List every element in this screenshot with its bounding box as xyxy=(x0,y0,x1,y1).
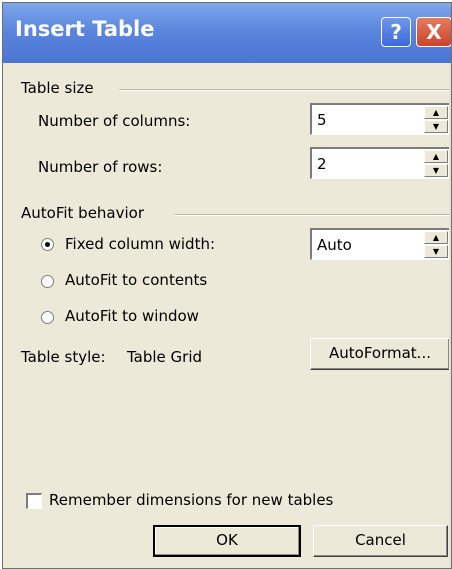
columns-down-arrow-icon[interactable]: ▼ xyxy=(424,120,448,133)
rows-label: Number of rows: xyxy=(38,158,163,176)
dialog-title: Insert Table xyxy=(15,17,155,41)
table-style-label: Table style: xyxy=(21,348,106,366)
columns-spin-arrows: ▲ ▼ xyxy=(424,106,448,133)
table-style-value: Table Grid xyxy=(127,348,203,366)
radio-autofit-contents[interactable] xyxy=(41,275,54,288)
close-button[interactable]: X xyxy=(416,17,451,47)
autoformat-button[interactable]: AutoFormat... xyxy=(310,338,450,370)
rows-spin-arrows: ▲ ▼ xyxy=(424,150,448,177)
close-icon: X xyxy=(426,20,442,44)
rows-spinner[interactable]: 2 ▲ ▼ xyxy=(310,147,450,179)
title-bar: Insert Table ? X xyxy=(3,3,451,63)
rows-down-arrow-icon[interactable]: ▼ xyxy=(424,164,448,177)
columns-spinner[interactable]: 5 ▲ ▼ xyxy=(310,103,450,135)
insert-table-dialog: Insert Table ? X Table size Number of co… xyxy=(2,2,452,569)
autofit-heading: AutoFit behavior xyxy=(21,204,145,222)
radio-autofit-window[interactable] xyxy=(41,311,54,324)
ok-button[interactable]: OK xyxy=(153,525,301,557)
autofit-window-label: AutoFit to window xyxy=(65,307,199,325)
table-size-heading: Table size xyxy=(21,79,94,97)
cancel-button[interactable]: Cancel xyxy=(313,525,448,557)
help-icon: ? xyxy=(390,20,402,44)
autofit-separator xyxy=(174,214,449,216)
columns-up-arrow-icon[interactable]: ▲ xyxy=(424,106,448,119)
remember-dimensions-label: Remember dimensions for new tables xyxy=(49,491,334,509)
help-button[interactable]: ? xyxy=(381,17,411,47)
width-down-arrow-icon[interactable]: ▼ xyxy=(424,245,448,258)
autofit-contents-label: AutoFit to contents xyxy=(65,271,208,289)
width-up-arrow-icon[interactable]: ▲ xyxy=(424,231,448,244)
column-width-spin-arrows: ▲ ▼ xyxy=(424,231,448,258)
rows-up-arrow-icon[interactable]: ▲ xyxy=(424,150,448,163)
fixed-column-width-label: Fixed column width: xyxy=(65,235,216,253)
column-width-value: Auto xyxy=(317,236,352,254)
radio-fixed-column-width[interactable] xyxy=(41,238,54,251)
columns-value: 5 xyxy=(317,111,327,129)
radio-selected-dot-icon xyxy=(45,242,50,247)
column-width-spinner[interactable]: Auto ▲ ▼ xyxy=(310,228,450,260)
rows-value: 2 xyxy=(317,155,327,173)
columns-label: Number of columns: xyxy=(38,112,191,130)
remember-dimensions-checkbox[interactable] xyxy=(26,493,42,509)
table-size-separator xyxy=(119,89,449,91)
